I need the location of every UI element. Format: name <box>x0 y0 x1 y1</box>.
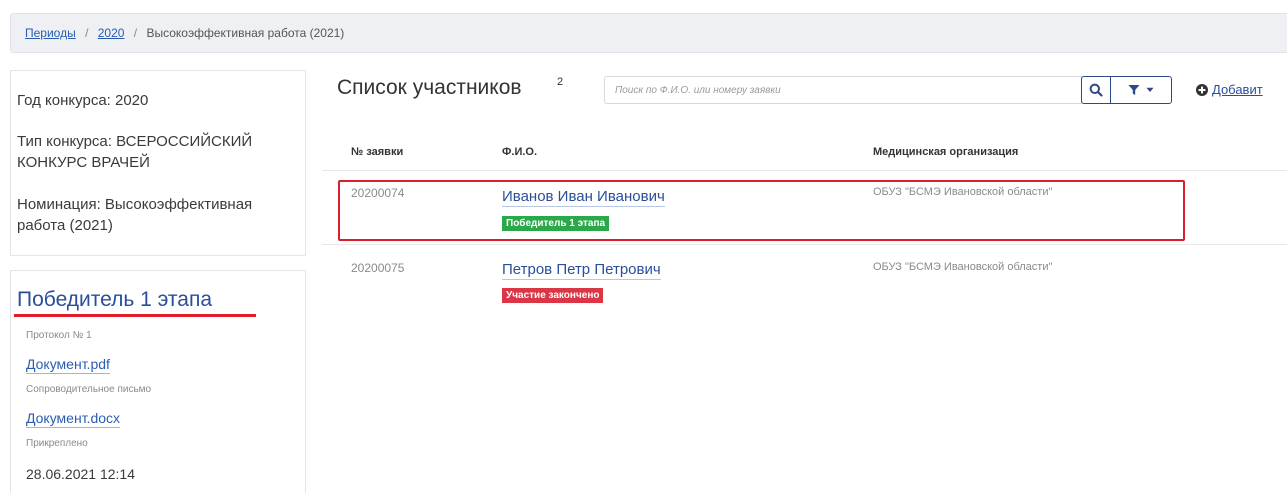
breadcrumb-link-year[interactable]: 2020 <box>98 26 125 40</box>
participant-name-link[interactable]: Петров Петр Петрович <box>502 261 661 280</box>
document-caption: Сопроводительное письмо <box>26 384 152 395</box>
column-header-org: Медицинская организация <box>873 146 1019 158</box>
breadcrumb-separator: / <box>133 26 138 40</box>
breadcrumb: Периоды / 2020 / Высокоэффективная работ… <box>25 26 344 40</box>
breadcrumb-bar: Периоды / 2020 / Высокоэффективная работ… <box>10 13 1287 53</box>
status-badge: Участие закончено <box>502 288 604 303</box>
search-input[interactable] <box>604 76 1082 104</box>
chevron-down-icon <box>1146 87 1154 92</box>
contest-year: Год конкурса: 2020 <box>17 92 149 109</box>
add-button[interactable]: Добавит <box>1196 82 1263 97</box>
document-docx-link[interactable]: Документ.docx <box>26 410 121 428</box>
add-button-label: Добавит <box>1212 82 1263 97</box>
participants-count: 2 <box>557 76 564 88</box>
search-button[interactable] <box>1081 76 1111 104</box>
breadcrumb-current: Высокоэффективная работа (2021) <box>146 26 345 40</box>
breadcrumb-link-periods[interactable]: Периоды <box>25 26 76 40</box>
search-icon <box>1089 83 1103 97</box>
highlight-frame <box>338 180 1185 241</box>
protocol-label: Протокол № 1 <box>26 330 92 341</box>
column-header-id: № заявки <box>351 146 404 158</box>
status-title: Победитель 1 этапа <box>17 288 213 311</box>
participants-title: Список участников <box>337 76 522 99</box>
table-header-divider <box>322 170 1287 171</box>
plus-circle-icon <box>1196 83 1208 96</box>
document-caption: Прикреплено <box>26 438 88 449</box>
status-underline <box>14 314 256 317</box>
cell-application-id: 20200075 <box>351 261 405 275</box>
breadcrumb-separator: / <box>85 26 89 40</box>
filter-button[interactable] <box>1110 76 1172 104</box>
cell-organization: ОБУЗ "БСМЭ Ивановской области" <box>873 261 1053 273</box>
document-pdf-link[interactable]: Документ.pdf <box>26 356 110 374</box>
status-date: 28.06.2021 12:14 <box>26 466 135 482</box>
contest-nomination: Номинация: Высокоэффективная работа (202… <box>17 196 253 234</box>
row-divider <box>322 244 1287 245</box>
column-header-name: Ф.И.О. <box>502 146 538 158</box>
contest-type: Тип конкурса: ВСЕРОССИЙСКИЙ КОНКУРС ВРАЧ… <box>17 133 253 171</box>
filter-icon <box>1128 85 1140 95</box>
